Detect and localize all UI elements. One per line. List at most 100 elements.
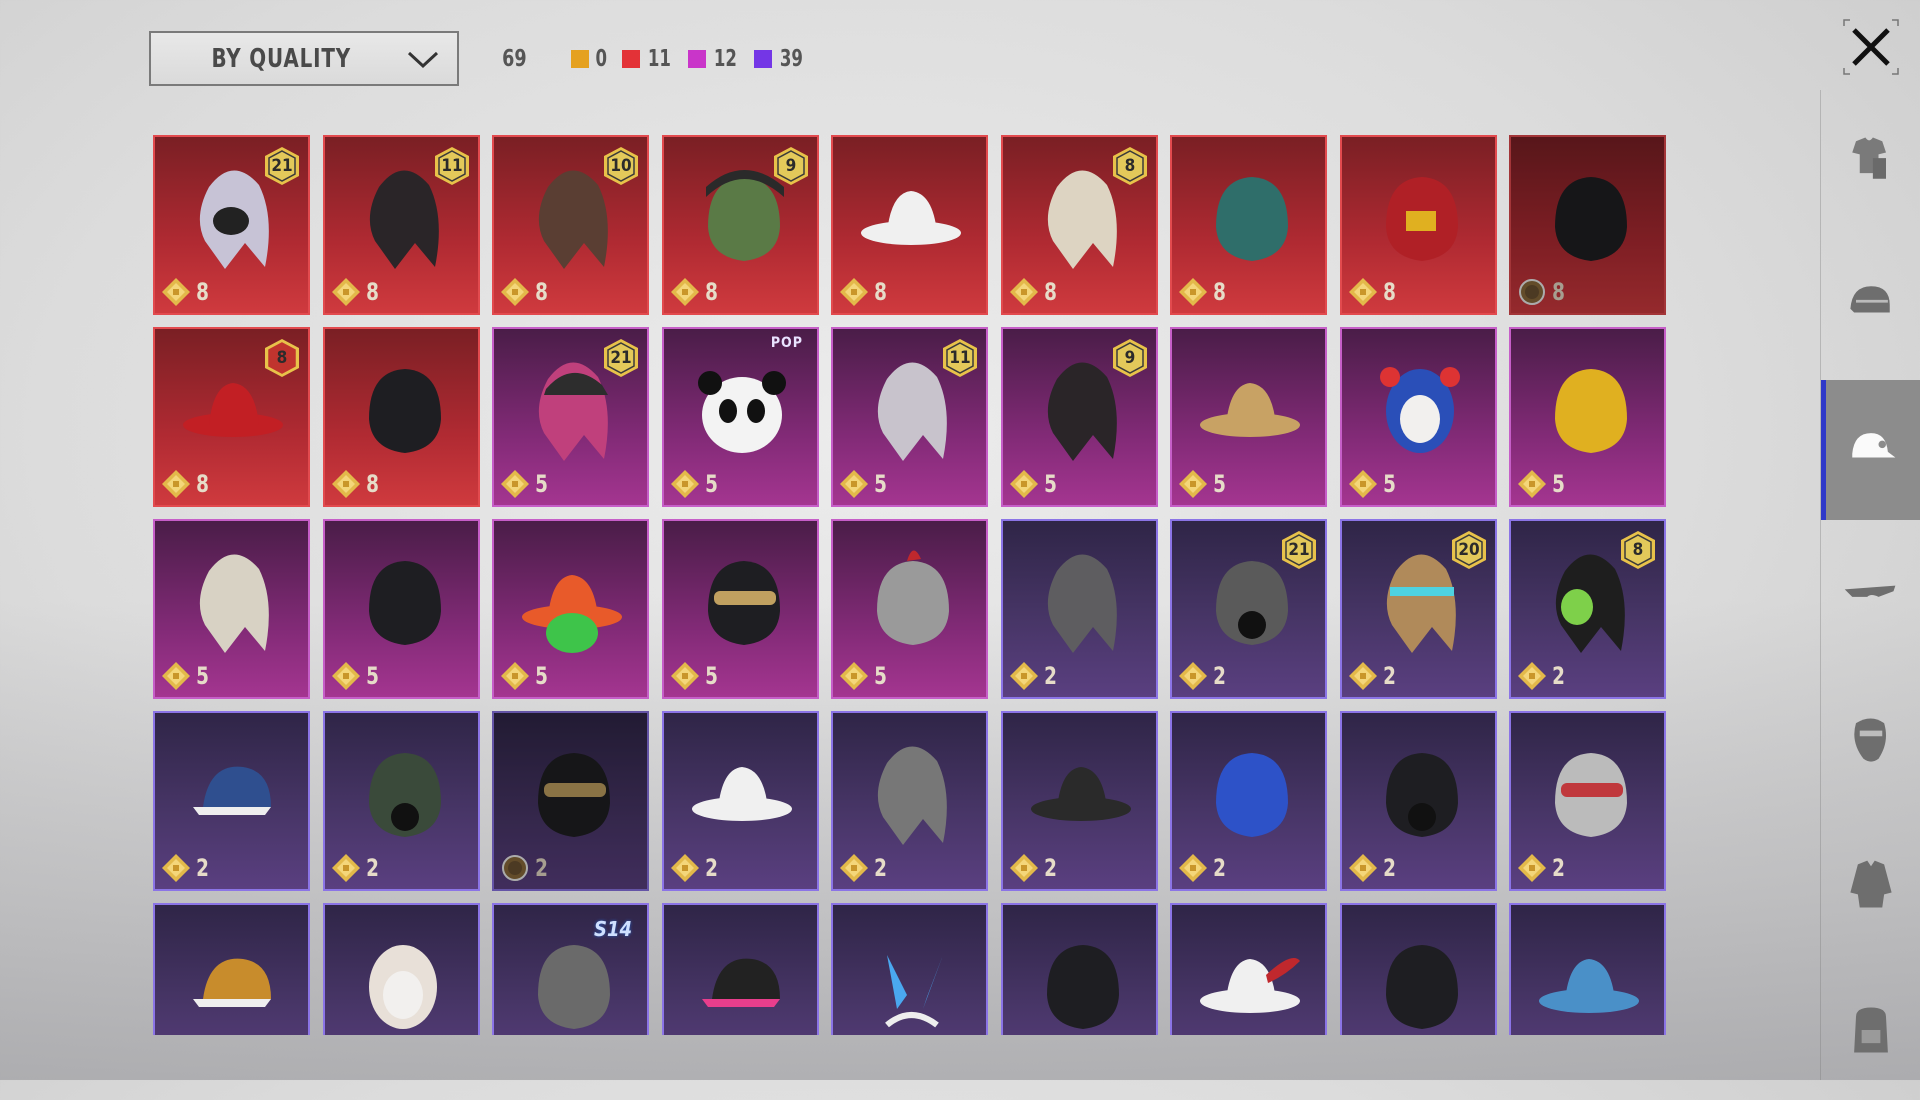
sidebar-tab-helmet[interactable] (1821, 235, 1920, 375)
quality-sort-dropdown[interactable]: BY QUALITY (149, 31, 459, 86)
price-value: 2 (366, 854, 379, 882)
item-card[interactable] (831, 903, 988, 1035)
yellow-helmet-icon (1555, 369, 1627, 453)
item-card[interactable]: 5 (1509, 327, 1666, 507)
item-card[interactable]: 10 8 (492, 135, 649, 315)
item-card[interactable]: 8 (831, 135, 988, 315)
item-card[interactable]: 2 (1001, 519, 1158, 699)
item-price: 8 (670, 277, 719, 307)
sidebar-tab-outfit[interactable] (1821, 90, 1920, 230)
sidebar-tab-glasses[interactable] (1821, 525, 1920, 665)
item-card[interactable]: 88 (153, 327, 310, 507)
item-card[interactable]: 5 (831, 519, 988, 699)
item-card[interactable]: 88 (1001, 135, 1158, 315)
level-badge-label: 8 (1124, 156, 1136, 176)
item-price: 8 (839, 277, 888, 307)
item-card[interactable]: 21 5 (492, 327, 649, 507)
sidebar-tab-jacket[interactable] (1821, 815, 1920, 955)
helmet-icon (1850, 286, 1890, 313)
level-badge-label: 8 (1632, 540, 1644, 560)
price-value: 5 (1213, 470, 1226, 498)
sidebar-tab-face-mask[interactable] (1821, 670, 1920, 810)
price-value: 2 (1383, 854, 1396, 882)
item-card[interactable]: 2 (831, 711, 988, 891)
item-price: 5 (1178, 469, 1227, 499)
goggles-icon (1555, 753, 1627, 837)
item-card[interactable]: 5 (1170, 327, 1327, 507)
coin-icon (1010, 854, 1038, 882)
item-price: 8 (1517, 277, 1566, 307)
item-card[interactable]: POP 5 (662, 327, 819, 507)
item-card[interactable] (153, 903, 310, 1035)
item-card[interactable]: 2 (1001, 711, 1158, 891)
item-price: 5 (500, 661, 549, 691)
level-badge-label: 21 (610, 348, 632, 368)
item-card[interactable]: 5 (1340, 327, 1497, 507)
item-card[interactable]: 95 (1001, 327, 1158, 507)
item-card[interactable]: 11 5 (831, 327, 988, 507)
item-card[interactable] (1170, 903, 1327, 1035)
item-price: 8 (1348, 277, 1397, 307)
coin-icon (502, 855, 528, 881)
coin-icon (671, 854, 699, 882)
rooster-helmet-icon (877, 550, 949, 645)
item-card[interactable]: 8 (1170, 135, 1327, 315)
level-badge: 9 (771, 145, 811, 187)
coin-icon (1179, 854, 1207, 882)
item-card[interactable] (1340, 903, 1497, 1035)
item-card[interactable] (662, 903, 819, 1035)
item-card[interactable]: 2 (662, 711, 819, 891)
price-value: 5 (535, 470, 548, 498)
item-card[interactable]: 20 2 (1340, 519, 1497, 699)
coin-icon (162, 854, 190, 882)
level-badge-label: 10 (610, 156, 632, 176)
brown-fedora-icon (1047, 945, 1119, 1029)
item-card[interactable]: 8 (1509, 135, 1666, 315)
face-mask-icon (1854, 718, 1886, 762)
item-card[interactable]: 2 (1340, 711, 1497, 891)
item-price: 8 (500, 277, 549, 307)
item-card[interactable]: 21 8 (153, 135, 310, 315)
item-card[interactable]: 5 (323, 519, 480, 699)
coin-icon (162, 278, 190, 306)
quality-count-epic: 12 (688, 46, 740, 72)
price-value: 2 (1213, 662, 1226, 690)
price-value: 8 (535, 278, 548, 306)
price-value: 5 (196, 662, 209, 690)
sidebar-tab-backpack[interactable] (1821, 960, 1920, 1100)
item-card[interactable] (1509, 903, 1666, 1035)
feather-hat-icon (1200, 958, 1300, 1013)
item-card[interactable]: 2 (323, 711, 480, 891)
close-button[interactable] (1840, 16, 1902, 78)
item-card[interactable]: 5 (153, 519, 310, 699)
item-card[interactable] (323, 903, 480, 1035)
item-card[interactable]: 5 (492, 519, 649, 699)
level-badge: 11 (940, 337, 980, 379)
coin-icon (1518, 854, 1546, 882)
item-card[interactable]: 5 (662, 519, 819, 699)
item-card[interactable]: 21 2 (1170, 519, 1327, 699)
item-card[interactable] (1001, 903, 1158, 1035)
item-card[interactable]: 8 (323, 327, 480, 507)
item-card[interactable]: 82 (1509, 519, 1666, 699)
item-card[interactable]: 2 (153, 711, 310, 891)
price-value: 2 (1552, 854, 1565, 882)
level-badge: 21 (601, 337, 641, 379)
coin-icon (162, 470, 190, 498)
item-card[interactable]: 2 (1170, 711, 1327, 891)
level-badge-label: 11 (441, 156, 463, 176)
item-card[interactable]: 98 (662, 135, 819, 315)
item-card[interactable]: 2 (1509, 711, 1666, 891)
item-card[interactable]: 11 8 (323, 135, 480, 315)
category-sidebar (1820, 90, 1920, 1080)
item-price: 2 (1348, 661, 1397, 691)
level-badge-label: 9 (1124, 348, 1136, 368)
price-value: 5 (1044, 470, 1057, 498)
sidebar-tab-cap[interactable] (1821, 380, 1920, 520)
item-card[interactable]: S14 (492, 903, 649, 1035)
rare-swatch (753, 50, 772, 68)
item-card[interactable]: 2 (492, 711, 649, 891)
item-price: 8 (331, 469, 380, 499)
item-card[interactable]: 8 (1340, 135, 1497, 315)
coin-icon (840, 854, 868, 882)
